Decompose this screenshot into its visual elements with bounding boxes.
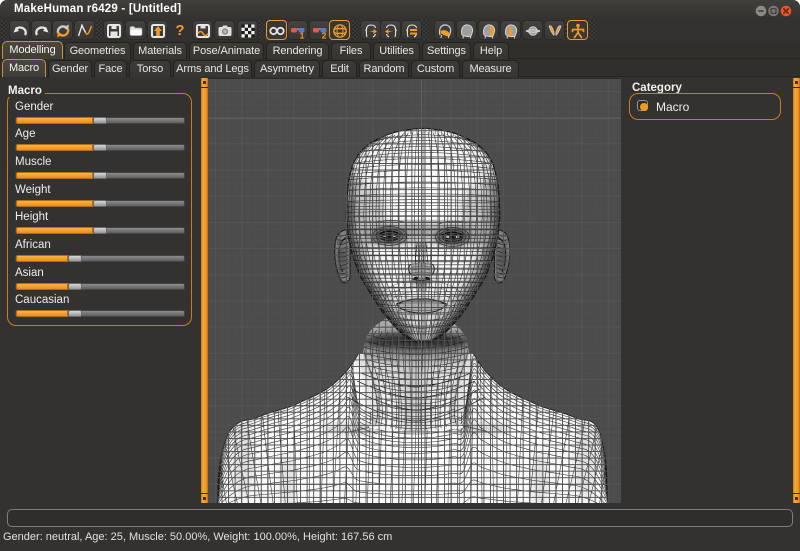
svg-text:2: 2 [322, 31, 327, 41]
svg-text:?: ? [175, 22, 184, 39]
svg-text:1: 1 [300, 31, 305, 41]
